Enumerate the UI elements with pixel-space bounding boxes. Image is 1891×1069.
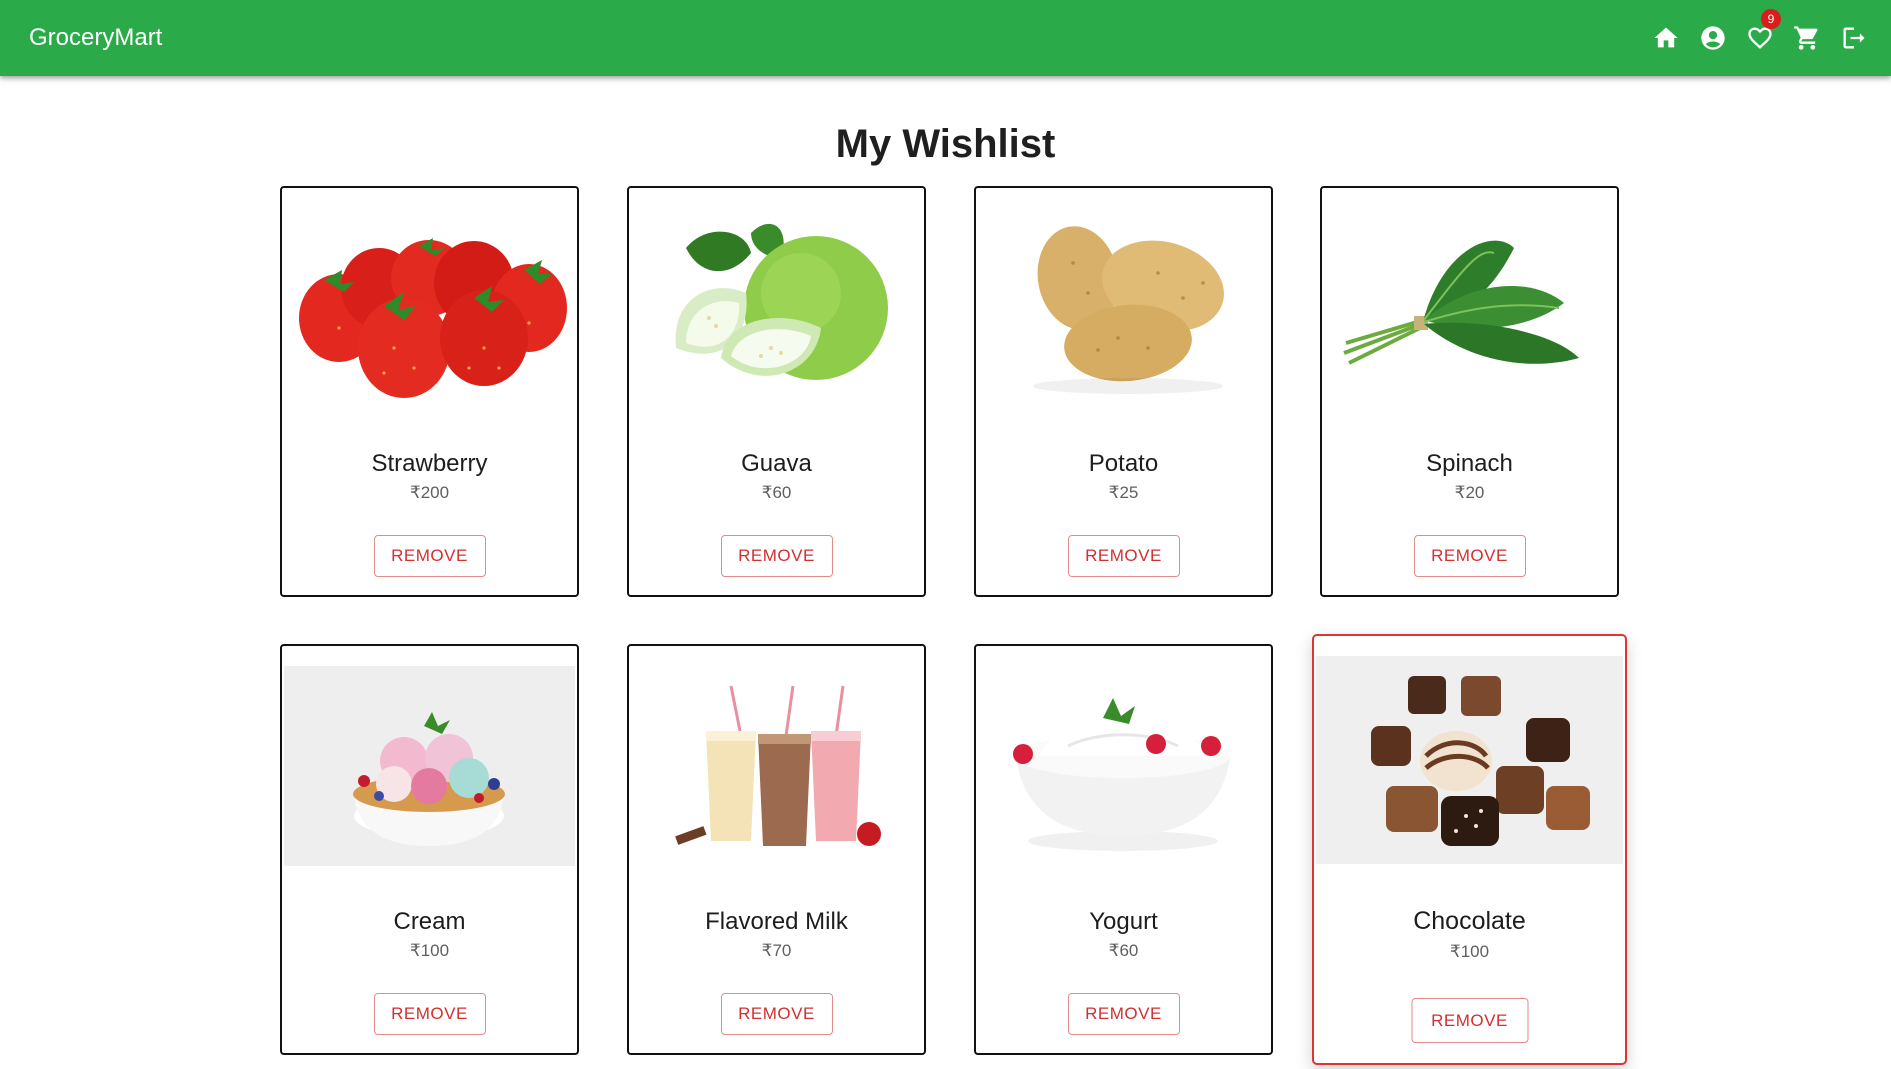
app-header: GroceryMart 9 bbox=[0, 0, 1891, 76]
product-image bbox=[978, 208, 1269, 408]
product-image bbox=[1324, 208, 1615, 408]
brand-logo[interactable]: GroceryMart bbox=[29, 24, 162, 52]
product-name: Chocolate bbox=[1413, 907, 1526, 935]
wishlist-card-guava[interactable]: Guava ₹60 REMOVE bbox=[627, 186, 926, 597]
product-name: Spinach bbox=[1426, 450, 1513, 477]
product-name: Flavored Milk bbox=[705, 908, 848, 935]
remove-button[interactable]: REMOVE bbox=[373, 993, 486, 1035]
product-price: ₹100 bbox=[409, 941, 450, 960]
product-name: Yogurt bbox=[1089, 908, 1158, 935]
home-icon bbox=[1654, 27, 1678, 48]
product-image bbox=[284, 666, 575, 866]
wishlist-card-cream[interactable]: Cream ₹100 REMOVE bbox=[280, 644, 579, 1055]
product-image bbox=[631, 208, 922, 408]
logout-icon bbox=[1843, 27, 1865, 49]
product-price: ₹70 bbox=[761, 941, 792, 960]
product-price: ₹200 bbox=[409, 483, 450, 502]
product-image bbox=[284, 208, 575, 408]
product-name: Potato bbox=[1088, 450, 1159, 477]
account-button[interactable] bbox=[1696, 21, 1730, 55]
remove-button[interactable]: REMOVE bbox=[1413, 535, 1526, 577]
cart-icon bbox=[1794, 26, 1818, 50]
wishlist-card-chocolate[interactable]: Chocolate ₹100 REMOVE bbox=[1312, 634, 1627, 1065]
wishlist-card-potato[interactable]: Potato ₹25 REMOVE bbox=[974, 186, 1273, 597]
cart-button[interactable] bbox=[1790, 21, 1824, 55]
wishlist-card-yogurt[interactable]: Yogurt ₹60 REMOVE bbox=[974, 644, 1273, 1055]
product-price: ₹25 bbox=[1108, 483, 1139, 502]
product-price: ₹60 bbox=[761, 483, 792, 502]
wishlist-button[interactable]: 9 bbox=[1743, 9, 1781, 55]
wishlist-count-badge: 9 bbox=[1761, 9, 1781, 29]
remove-button[interactable]: REMOVE bbox=[720, 993, 833, 1035]
wishlist-card-spinach[interactable]: Spinach ₹20 REMOVE bbox=[1320, 186, 1619, 597]
page-title: My Wishlist bbox=[835, 122, 1056, 166]
remove-button[interactable]: REMOVE bbox=[1067, 993, 1180, 1035]
product-price: ₹60 bbox=[1108, 941, 1139, 960]
product-name: Strawberry bbox=[371, 450, 488, 477]
product-price: ₹20 bbox=[1454, 483, 1485, 502]
wishlist-card-strawberry[interactable]: Strawberry ₹200 REMOVE bbox=[280, 186, 579, 597]
wishlist-card-flavored-milk[interactable]: Flavored Milk ₹70 REMOVE bbox=[627, 644, 926, 1055]
remove-button[interactable]: REMOVE bbox=[373, 535, 486, 577]
remove-button[interactable]: REMOVE bbox=[1411, 998, 1528, 1043]
product-name: Cream bbox=[393, 908, 466, 935]
remove-button[interactable]: REMOVE bbox=[720, 535, 833, 577]
logout-button[interactable] bbox=[1837, 21, 1871, 55]
product-name: Guava bbox=[741, 450, 812, 477]
product-image bbox=[978, 666, 1269, 866]
remove-button[interactable]: REMOVE bbox=[1067, 535, 1180, 577]
header-nav: 9 bbox=[1649, 9, 1871, 55]
product-image bbox=[631, 666, 922, 866]
product-image bbox=[1316, 656, 1623, 864]
product-price: ₹100 bbox=[1449, 942, 1490, 961]
home-button[interactable] bbox=[1649, 21, 1683, 55]
account-icon bbox=[1701, 26, 1725, 50]
